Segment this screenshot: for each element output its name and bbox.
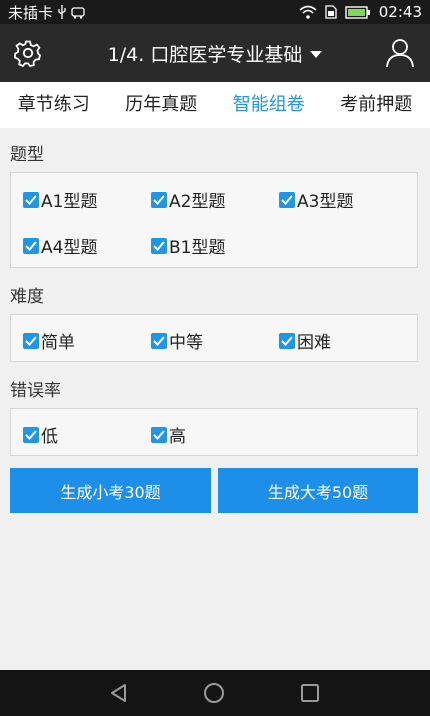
question-type-box: A1型题 A2型题 A3型题 A4型题 B1型题 (10, 172, 418, 268)
subject-title: 1/4. 口腔医学专业基础 (107, 43, 303, 66)
usb-icon (57, 5, 67, 19)
status-bar: 未插卡 02:43 (0, 0, 430, 24)
notification-icon (71, 6, 85, 19)
option-label: 低 (41, 427, 58, 447)
battery-icon (345, 5, 371, 19)
difficulty-box: 简单 中等 困难 (10, 314, 418, 362)
app-bar: 1/4. 口腔医学专业基础 (0, 24, 430, 82)
question-type-label: 题型 (10, 145, 44, 165)
subject-selector[interactable]: 1/4. 口腔医学专业基础 (0, 24, 430, 82)
clock-text: 02:43 (378, 3, 422, 21)
option-low[interactable]: 低 (23, 422, 58, 447)
option-label: 简单 (41, 333, 75, 353)
tab-pre-exam-predictions[interactable]: 考前押题 (323, 82, 430, 128)
option-a3[interactable]: A3型题 (279, 187, 353, 212)
option-label: 困难 (297, 333, 331, 353)
option-label: B1型题 (169, 238, 226, 258)
option-medium[interactable]: 中等 (151, 328, 203, 353)
option-label: A2型题 (169, 192, 226, 212)
system-nav-bar (0, 670, 430, 716)
option-b1[interactable]: B1型题 (151, 233, 225, 258)
option-label: 高 (169, 427, 186, 447)
user-profile-icon[interactable] (386, 38, 414, 68)
checkbox-checked-icon (279, 191, 295, 208)
checkbox-checked-icon (23, 237, 39, 254)
option-hard[interactable]: 困难 (279, 328, 331, 353)
error-rate-label: 错误率 (10, 381, 61, 401)
option-label: 中等 (169, 333, 203, 353)
tab-past-exams[interactable]: 历年真题 (108, 82, 216, 128)
option-label: A3型题 (297, 192, 354, 212)
home-icon[interactable] (203, 682, 225, 704)
checkbox-checked-icon (23, 191, 39, 208)
generate-small-exam-button[interactable]: 生成小考30题 (10, 468, 211, 513)
checkbox-checked-icon (151, 237, 167, 254)
checkbox-checked-icon (151, 426, 167, 443)
difficulty-label: 难度 (10, 287, 44, 307)
tab-chapter-practice[interactable]: 章节练习 (0, 82, 108, 128)
option-label: A4型题 (41, 238, 98, 258)
checkbox-checked-icon (151, 191, 167, 208)
option-a4[interactable]: A4型题 (23, 233, 97, 258)
option-a1[interactable]: A1型题 (23, 187, 97, 212)
recent-apps-icon[interactable] (299, 682, 321, 704)
sim-icon (325, 5, 337, 19)
settings-gear-icon[interactable] (14, 39, 42, 68)
error-rate-box: 低 高 (10, 408, 418, 456)
checkbox-checked-icon (23, 332, 39, 349)
back-icon[interactable] (108, 682, 130, 704)
tab-bar: 章节练习 历年真题 智能组卷 考前押题 (0, 82, 430, 128)
option-high[interactable]: 高 (151, 422, 186, 447)
option-label: A1型题 (41, 192, 98, 212)
dropdown-caret-icon (310, 50, 323, 58)
tab-smart-paper[interactable]: 智能组卷 (215, 82, 323, 128)
option-easy[interactable]: 简单 (23, 328, 75, 353)
generate-big-exam-button[interactable]: 生成大考50题 (218, 468, 418, 513)
wifi-icon (299, 5, 317, 19)
option-a2[interactable]: A2型题 (151, 187, 225, 212)
checkbox-checked-icon (23, 426, 39, 443)
checkbox-checked-icon (279, 332, 295, 349)
carrier-text: 未插卡 (8, 3, 54, 22)
checkbox-checked-icon (151, 332, 167, 349)
